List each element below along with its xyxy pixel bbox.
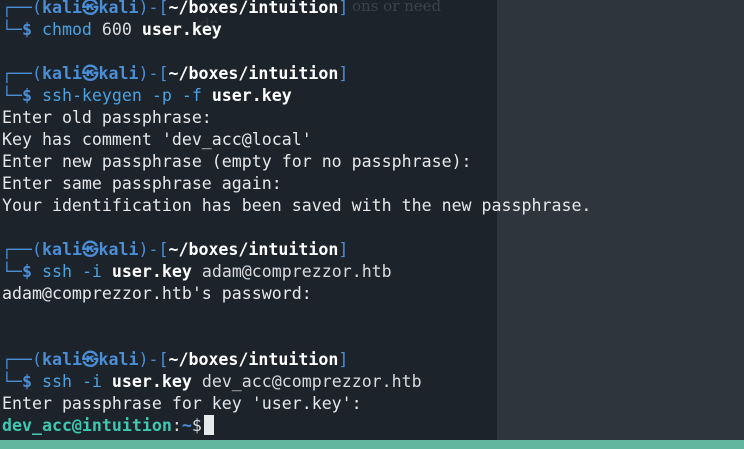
prompt-bracket-close: ]	[338, 240, 349, 259]
command-target: dev_acc@comprezzor.htb	[191, 372, 422, 391]
prompt-bracket: )-[	[138, 64, 169, 83]
command-name: ssh-keygen	[41, 86, 142, 105]
prompt-dollar: $	[21, 372, 42, 391]
prompt-cwd: ~/boxes/intuition	[168, 240, 339, 259]
prompt-cwd: ~/boxes/intuition	[168, 350, 339, 369]
output-line: Enter passphrase for key 'user.key':	[2, 394, 362, 413]
prompt-line: ┌──(kali㉿kali)-[~/boxes/intuition]	[2, 63, 742, 85]
terminal-window[interactable]: ons or need dr ┌──(kali㉿kali)-[~/boxes/i…	[0, 0, 744, 449]
prompt-cwd: ~/boxes/intuition	[168, 0, 339, 17]
output-line: adam@comprezzor.htb's password:	[2, 284, 312, 303]
command-args: -i	[71, 372, 112, 391]
output-line: Enter old passphrase:	[2, 108, 212, 127]
command-name: chmod	[41, 20, 92, 39]
prompt-line: ┌──(kali㉿kali)-[~/boxes/intuition]	[2, 349, 742, 371]
prompt-cwd: ~/boxes/intuition	[168, 64, 339, 83]
terminal-output: ┌──(kali㉿kali)-[~/boxes/intuition] └─$ c…	[2, 0, 742, 437]
prompt-corner: ┌──(	[2, 64, 42, 83]
command-target: adam@comprezzor.htb	[191, 262, 392, 281]
text-cursor[interactable]	[203, 415, 214, 435]
prompt-dollar: $	[21, 20, 42, 39]
remote-separator: :	[171, 416, 182, 435]
prompt-bracket-close: ]	[338, 0, 349, 17]
command-file-arg: user.key	[111, 262, 192, 281]
window-bottom-edge	[0, 440, 744, 449]
prompt-bracket: )-[	[138, 350, 169, 369]
prompt-corner-bottom: └─	[2, 20, 22, 39]
command-file-arg: user.key	[141, 20, 222, 39]
output-line: Your identification has been saved with …	[2, 196, 592, 215]
prompt-at-icon: ㉿	[81, 0, 99, 17]
prompt-corner-bottom: └─	[2, 86, 22, 105]
prompt-host: kali	[98, 0, 139, 17]
prompt-corner: ┌──(	[2, 0, 42, 17]
command-line: └─$ ssh -i user.key dev_acc@comprezzor.h…	[2, 371, 742, 393]
prompt-dollar: $	[21, 262, 42, 281]
command-args: 600	[91, 20, 142, 39]
prompt-bracket: )-[	[138, 0, 169, 17]
prompt-at-icon: ㉿	[81, 64, 99, 83]
prompt-line: ┌──(kali㉿kali)-[~/boxes/intuition]	[2, 0, 742, 19]
prompt-at-icon: ㉿	[81, 350, 99, 369]
prompt-host: kali	[98, 240, 139, 259]
remote-user-host: dev_acc@intuition	[2, 416, 172, 435]
command-args: -p -f	[141, 86, 212, 105]
prompt-corner-bottom: └─	[2, 262, 22, 281]
output-line: Key has comment 'dev_acc@local'	[2, 130, 312, 149]
prompt-user: kali	[41, 240, 82, 259]
remote-prompt-line[interactable]: dev_acc@intuition:~$	[2, 415, 742, 437]
prompt-corner: ┌──(	[2, 240, 42, 259]
prompt-user: kali	[41, 64, 82, 83]
prompt-line: ┌──(kali㉿kali)-[~/boxes/intuition]	[2, 239, 742, 261]
command-file-arg: user.key	[111, 372, 192, 391]
prompt-user: kali	[41, 350, 82, 369]
prompt-bracket: )-[	[138, 240, 169, 259]
prompt-corner-bottom: └─	[2, 372, 22, 391]
prompt-bracket-close: ]	[338, 350, 349, 369]
prompt-host: kali	[98, 350, 139, 369]
command-line: └─$ ssh-keygen -p -f user.key	[2, 85, 742, 107]
remote-dollar: $	[191, 416, 202, 435]
prompt-host: kali	[98, 64, 139, 83]
command-args: -i	[71, 262, 112, 281]
remote-path: ~	[181, 416, 192, 435]
prompt-corner: ┌──(	[2, 350, 42, 369]
command-name: ssh	[41, 372, 72, 391]
command-line: └─$ chmod 600 user.key	[2, 19, 742, 41]
prompt-dollar: $	[21, 86, 42, 105]
command-line: └─$ ssh -i user.key adam@comprezzor.htb	[2, 261, 742, 283]
prompt-user: kali	[41, 0, 82, 17]
command-file-arg: user.key	[211, 86, 292, 105]
prompt-at-icon: ㉿	[81, 240, 99, 259]
output-line: Enter same passphrase again:	[2, 174, 282, 193]
command-name: ssh	[41, 262, 72, 281]
output-line: Enter new passphrase (empty for no passp…	[2, 152, 472, 171]
prompt-bracket-close: ]	[338, 64, 349, 83]
